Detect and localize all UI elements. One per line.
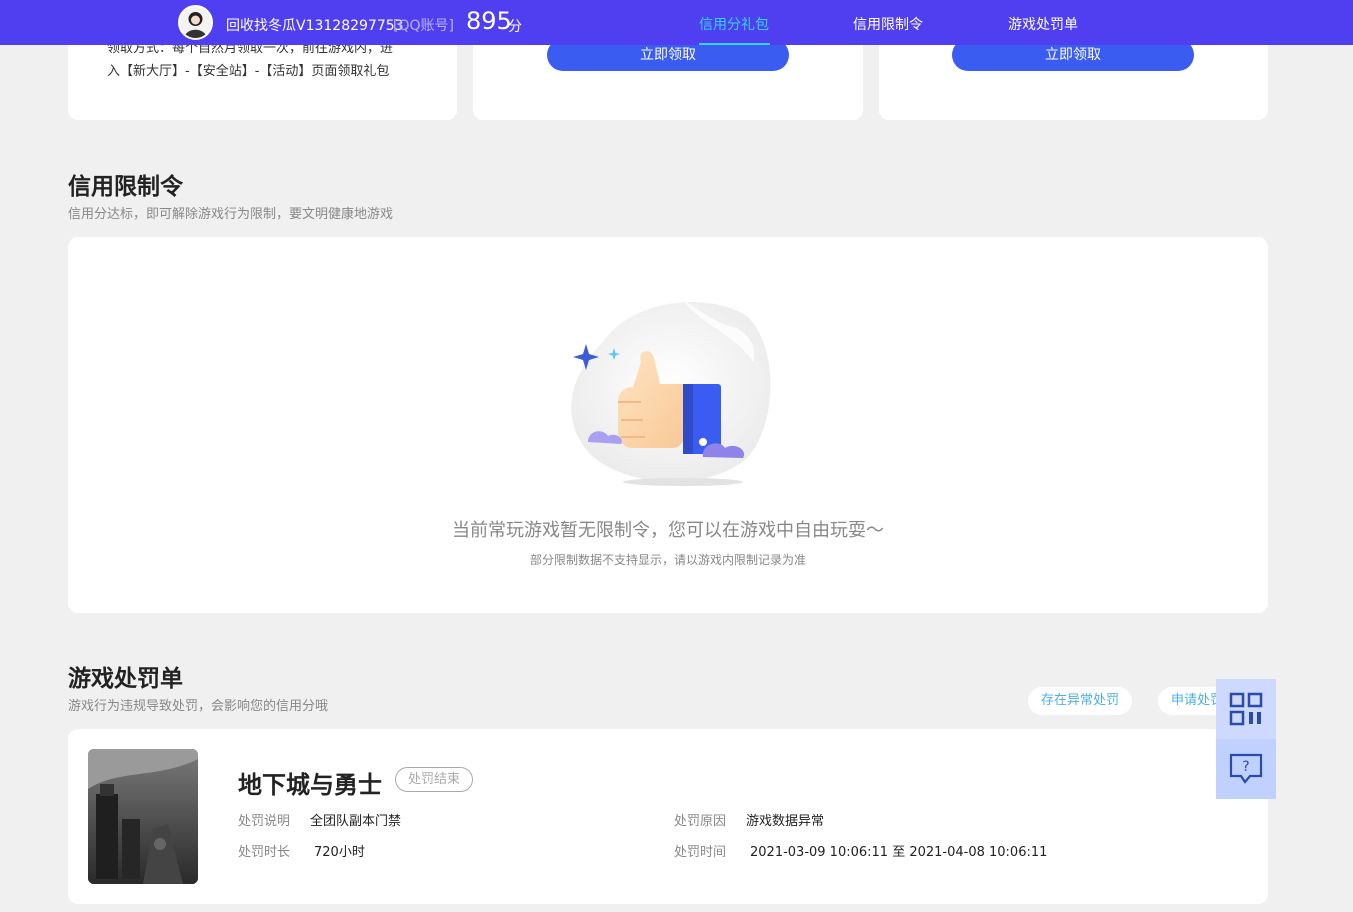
restriction-empty-message: 当前常玩游戏暂无限制令，您可以在游戏中自由玩耍～ <box>452 520 884 541</box>
penalty-time-value: 2021-03-09 10:06:11 至 2021-04-08 10:06:1… <box>750 845 1048 860</box>
credit-score-unit: 分 <box>508 19 522 35</box>
svg-text:?: ? <box>1242 759 1249 775</box>
penalty-time-label: 处罚时间 <box>674 845 727 860</box>
tab-credit-gift[interactable]: 信用分礼包 <box>699 14 769 34</box>
penalty-desc-value: 全团队副本门禁 <box>310 814 402 829</box>
top-nav-bar: 回收找冬瓜V13128297753 [QQ账号] 895 分 信用分礼包 信用限… <box>0 0 1353 45</box>
penalty-duration-value: 720小时 <box>314 845 365 860</box>
game-cover-image <box>88 749 198 884</box>
penalty-reason-value: 游戏数据异常 <box>746 814 825 829</box>
restriction-empty-panel: 当前常玩游戏暂无限制令，您可以在游戏中自由玩耍～ 部分限制数据不支持显示，请以游… <box>68 237 1268 613</box>
game-name: 地下城与勇士 <box>238 771 382 799</box>
penalty-section-subtitle: 游戏行为违规导致处罚，会影响您的信用分哦 <box>68 699 329 714</box>
restriction-section-title: 信用限制令 <box>68 174 183 200</box>
penalty-duration-label: 处罚时长 <box>238 845 291 860</box>
penalty-status-badge: 处罚结束 <box>395 767 474 792</box>
tab-credit-restriction[interactable]: 信用限制令 <box>853 14 923 34</box>
account-type-tag: [QQ账号] <box>393 18 454 34</box>
gift-card-instruction-line-2: 入【新大厅】-【安全站】-【活动】页面领取礼包 <box>107 64 390 79</box>
active-tab-underline <box>699 43 770 45</box>
penalty-desc-label: 处罚说明 <box>238 814 291 829</box>
penalty-section-title: 游戏处罚单 <box>68 666 183 692</box>
qr-code-icon <box>1229 692 1263 726</box>
help-feedback-button[interactable]: ? <box>1216 739 1276 799</box>
abnormal-penalty-button[interactable]: 存在异常处罚 <box>1028 687 1133 715</box>
restriction-empty-note: 部分限制数据不支持显示，请以游戏内限制记录为准 <box>529 553 806 567</box>
qr-code-button[interactable] <box>1216 679 1276 739</box>
penalty-record-card[interactable]: 地下城与勇士 处罚结束 处罚说明 全团队副本门禁 处罚原因 游戏数据异常 处罚时… <box>68 729 1268 904</box>
thumbs-up-illustration <box>571 300 771 486</box>
credit-score: 895 <box>466 7 512 35</box>
penalty-reason-label: 处罚原因 <box>674 814 727 829</box>
username: 回收找冬瓜V13128297753 <box>226 18 404 34</box>
restriction-section-subtitle: 信用分达标，即可解除游戏行为限制，要文明健康地游戏 <box>68 207 394 222</box>
help-chat-icon: ? <box>1229 753 1263 784</box>
tab-game-penalty[interactable]: 游戏处罚单 <box>1008 14 1078 34</box>
user-avatar[interactable] <box>178 5 213 40</box>
